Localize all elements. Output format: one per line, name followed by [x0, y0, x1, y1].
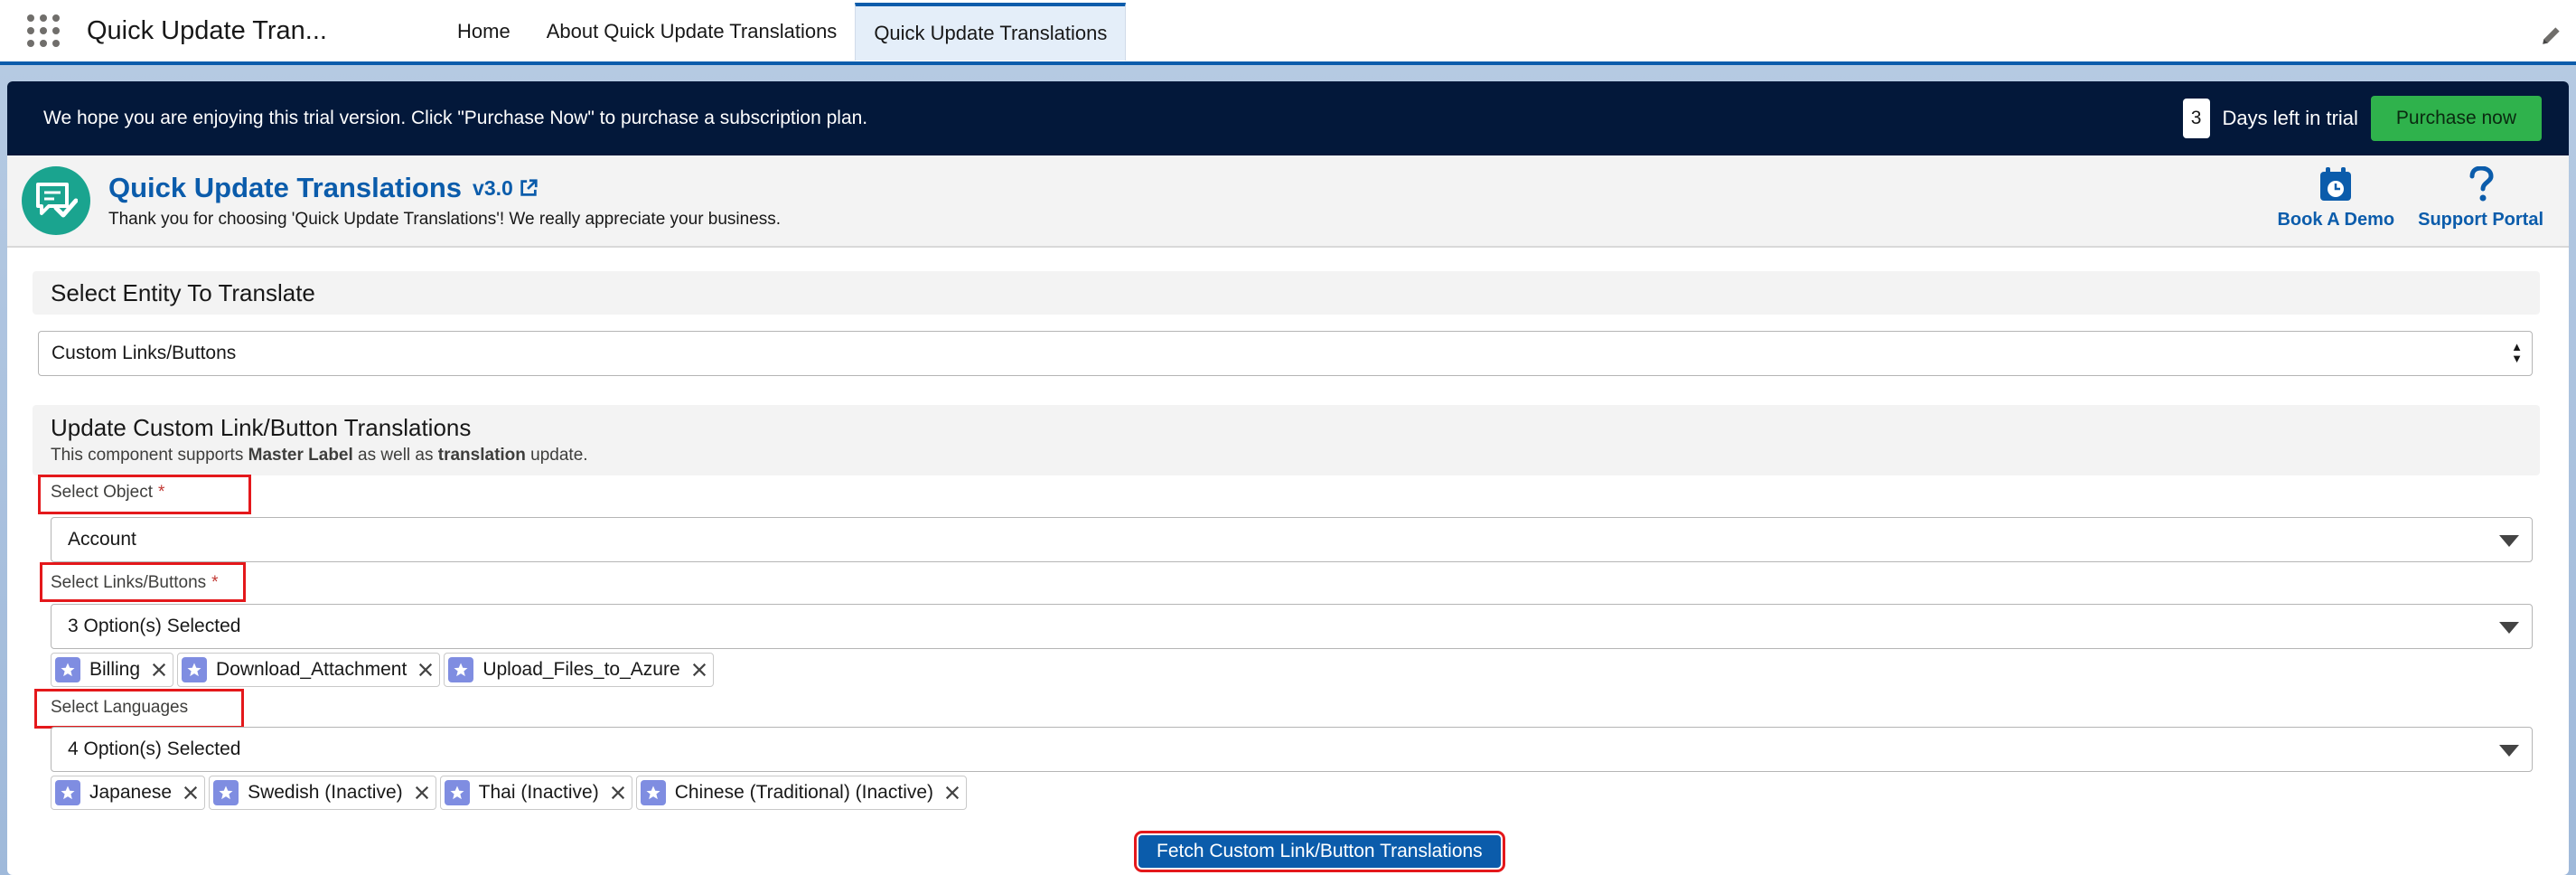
select-arrows-icon: ▲ ▼ — [2511, 340, 2523, 365]
app-header: Quick Update Translations v3.0 Thank you… — [7, 155, 2569, 248]
tab-quick-update-translations[interactable]: Quick Update Translations — [855, 3, 1127, 61]
app-subtitle: Thank you for choosing 'Quick Update Tra… — [108, 210, 782, 229]
selected-languages-pills: Japanese Swedish (Inactive) Thai (Inacti… — [51, 776, 2540, 812]
chevron-down-icon — [2499, 535, 2519, 547]
pill-label: Swedish (Inactive) — [248, 782, 403, 803]
pill-thai: Thai (Inactive) — [439, 776, 632, 810]
star-icon — [640, 780, 666, 805]
nav-tabs: Home About Quick Update Translations Qui… — [439, 1, 1127, 61]
global-nav: Quick Update Tran... Home About Quick Up… — [0, 0, 2576, 65]
external-link-icon[interactable] — [519, 178, 539, 198]
pill-upload-files-to-azure: Upload_Files_to_Azure — [444, 653, 714, 687]
chevron-down-icon — [2499, 745, 2519, 757]
highlight-box — [34, 689, 244, 729]
entity-section-heading: Select Entity To Translate — [33, 271, 2540, 315]
select-links-value: 3 Option(s) Selected — [68, 616, 241, 636]
pill-billing: Billing — [51, 653, 174, 687]
remove-pill-close-icon[interactable] — [691, 662, 707, 678]
tab-home[interactable]: Home — [439, 3, 529, 61]
question-icon — [2469, 166, 2494, 202]
calendar-clock-icon — [2320, 167, 2352, 201]
select-object-value: Account — [68, 529, 136, 550]
trial-banner: We hope you are enjoying this trial vers… — [7, 81, 2569, 155]
app-version: v3.0 — [473, 175, 513, 200]
select-object-label: Select Object * — [38, 475, 2540, 514]
entity-select-value: Custom Links/Buttons — [52, 343, 237, 363]
pill-label: Chinese (Traditional) (Inactive) — [674, 782, 934, 803]
app-name: Quick Update Tran... — [87, 15, 327, 45]
select-links-label: Select Links/Buttons * — [40, 562, 2540, 602]
pill-label: Thai (Inactive) — [478, 782, 599, 803]
app-title: Quick Update Translations — [108, 172, 463, 203]
update-description: This component supports Master Label as … — [51, 446, 588, 465]
pill-label: Japanese — [89, 782, 173, 803]
support-portal-label: Support Portal — [2418, 210, 2543, 230]
pill-label: Download_Attachment — [216, 659, 407, 680]
pill-japanese: Japanese — [51, 776, 206, 810]
select-languages-combobox[interactable]: 4 Option(s) Selected — [51, 727, 2533, 772]
star-icon — [213, 780, 239, 805]
pill-chinese-traditional: Chinese (Traditional) (Inactive) — [635, 776, 968, 810]
pill-swedish: Swedish (Inactive) — [209, 776, 436, 810]
app-launcher-icon[interactable] — [27, 14, 60, 47]
update-section-heading: Update Custom Link/Button Translations T… — [33, 405, 2540, 475]
remove-pill-close-icon[interactable] — [183, 785, 199, 801]
select-languages-value: 4 Option(s) Selected — [68, 739, 241, 759]
book-a-demo-button[interactable]: Book A Demo — [2277, 166, 2394, 231]
main-content: Select Entity To Translate Custom Links/… — [7, 271, 2569, 875]
star-icon — [448, 657, 474, 682]
fetch-translations-button[interactable]: Fetch Custom Link/Button Translations — [1134, 831, 1505, 872]
star-icon — [182, 657, 208, 682]
book-a-demo-label: Book A Demo — [2277, 210, 2395, 230]
app-logo-icon — [22, 166, 90, 235]
star-icon — [55, 657, 80, 682]
highlight-box — [38, 475, 251, 514]
chevron-down-icon — [2499, 622, 2519, 634]
highlight-box — [40, 562, 246, 602]
select-object-combobox[interactable]: Account — [51, 517, 2533, 562]
trial-message: We hope you are enjoying this trial vers… — [43, 108, 868, 128]
pill-download-attachment: Download_Attachment — [177, 653, 441, 687]
remove-pill-close-icon[interactable] — [151, 662, 167, 678]
select-languages-label: Select Languages — [34, 689, 2540, 729]
pill-label: Billing — [89, 659, 141, 680]
select-links-combobox[interactable]: 3 Option(s) Selected — [51, 604, 2533, 649]
days-left-count: 3 — [2182, 99, 2210, 138]
tab-about[interactable]: About Quick Update Translations — [529, 3, 856, 61]
update-heading: Update Custom Link/Button Translations — [51, 414, 472, 441]
edit-pencil-icon[interactable] — [2540, 24, 2563, 47]
entity-select[interactable]: Custom Links/Buttons ▲ ▼ — [38, 331, 2533, 376]
pill-label: Upload_Files_to_Azure — [482, 659, 680, 680]
purchase-now-button[interactable]: Purchase now — [2370, 96, 2542, 141]
support-portal-button[interactable]: Support Portal — [2418, 166, 2543, 231]
remove-pill-close-icon[interactable] — [414, 785, 430, 801]
days-left-label: Days left in trial — [2222, 107, 2358, 129]
star-icon — [55, 780, 80, 805]
selected-links-pills: Billing Download_Attachment Upload_Files… — [51, 653, 2540, 689]
remove-pill-close-icon[interactable] — [610, 785, 626, 801]
remove-pill-close-icon[interactable] — [417, 662, 434, 678]
remove-pill-close-icon[interactable] — [944, 785, 960, 801]
star-icon — [444, 780, 470, 805]
app-container: We hope you are enjoying this trial vers… — [7, 81, 2569, 875]
